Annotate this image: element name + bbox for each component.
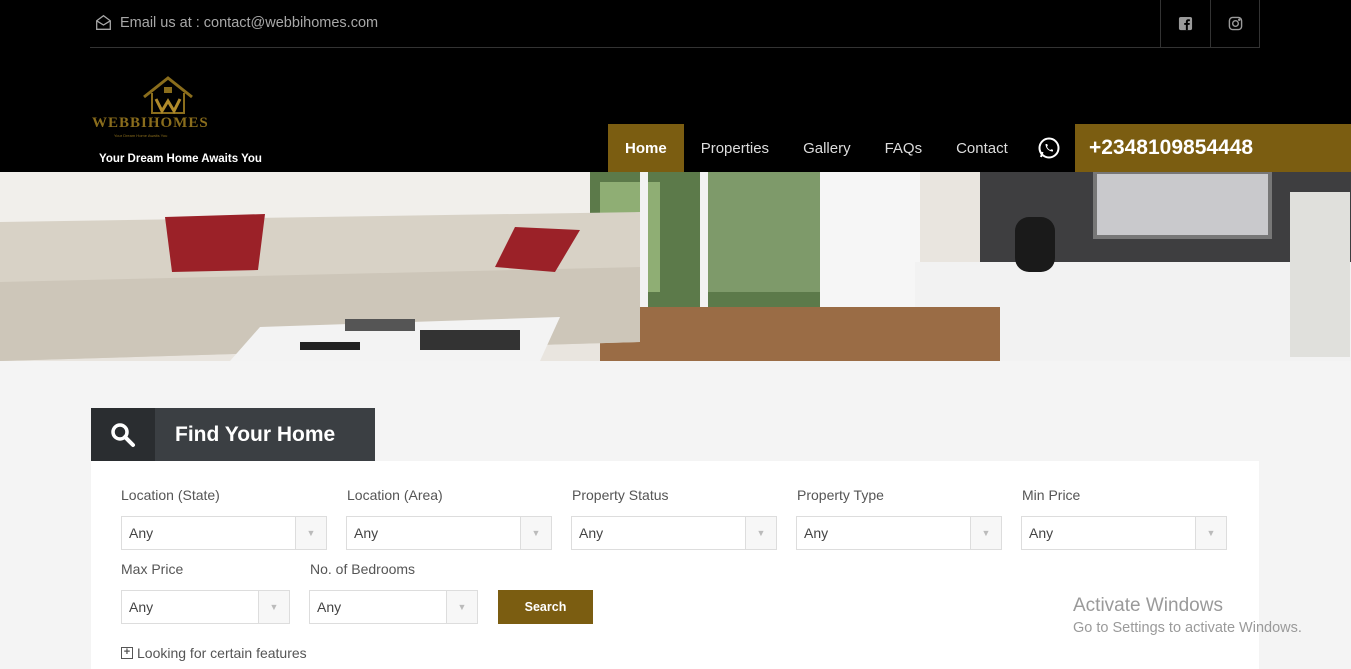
plus-square-icon: + (121, 647, 133, 659)
max-price-value: Any (129, 599, 154, 615)
search-tab-icon-box (91, 408, 155, 461)
nav-home[interactable]: Home (608, 124, 684, 172)
find-home-tab: Find Your Home (91, 408, 375, 461)
main-nav: Home Properties Gallery FAQs Contact (608, 124, 1025, 172)
envelope-icon (96, 14, 111, 30)
location-state-label: Location (State) (121, 487, 220, 503)
search-icon (111, 422, 135, 447)
find-home-title: Find Your Home (155, 408, 375, 461)
bedrooms-select[interactable]: Any ▼ (309, 590, 478, 624)
max-price-select[interactable]: Any ▼ (121, 590, 290, 624)
watermark-line-2: Go to Settings to activate Windows. (1073, 620, 1302, 636)
min-price-label: Min Price (1022, 487, 1081, 503)
instagram-icon (1228, 16, 1242, 31)
chevron-down-icon: ▼ (970, 517, 1001, 549)
chevron-down-icon: ▼ (520, 517, 551, 549)
bedrooms-value: Any (317, 599, 342, 615)
social-links (1160, 0, 1260, 47)
house-logo-icon (143, 76, 193, 115)
nav-properties[interactable]: Properties (684, 124, 786, 172)
activate-windows-watermark: Activate Windows Go to Settings to activ… (1073, 595, 1302, 636)
email-text: Email us at : contact@webbihomes.com (120, 14, 379, 31)
chevron-down-icon: ▼ (446, 591, 477, 623)
chevron-down-icon: ▼ (745, 517, 776, 549)
site-header: Email us at : contact@webbihomes.com WEB… (0, 0, 1351, 172)
location-area-value: Any (354, 525, 379, 541)
property-type-select[interactable]: Any ▼ (796, 516, 1002, 550)
logo-wordmark: WEBBIHOMES (92, 115, 209, 131)
hero-banner (0, 172, 1351, 361)
whatsapp-icon[interactable] (1037, 136, 1061, 160)
location-state-select[interactable]: Any ▼ (121, 516, 327, 550)
location-state-value: Any (129, 525, 154, 541)
min-price-select[interactable]: Any ▼ (1021, 516, 1227, 550)
location-area-select[interactable]: Any ▼ (346, 516, 552, 550)
property-type-value: Any (804, 525, 829, 541)
facebook-link[interactable] (1160, 0, 1210, 47)
property-status-value: Any (579, 525, 604, 541)
tagline: Your Dream Home Awaits You (99, 153, 262, 165)
chevron-down-icon: ▼ (1195, 517, 1226, 549)
search-button[interactable]: Search (498, 590, 593, 624)
location-area-label: Location (Area) (347, 487, 443, 503)
property-status-label: Property Status (572, 487, 669, 503)
features-toggle[interactable]: + Looking for certain features (121, 645, 307, 661)
property-type-label: Property Type (797, 487, 884, 503)
bedrooms-label: No. of Bedrooms (310, 561, 416, 577)
max-price-label: Max Price (121, 561, 184, 577)
email-contact[interactable]: Email us at : contact@webbihomes.com (95, 14, 378, 31)
min-price-value: Any (1029, 525, 1054, 541)
nav-faqs[interactable]: FAQs (868, 124, 940, 172)
chevron-down-icon: ▼ (258, 591, 289, 623)
watermark-line-1: Activate Windows (1073, 595, 1223, 616)
top-bar: Email us at : contact@webbihomes.com (90, 0, 1260, 48)
facebook-icon (1178, 16, 1193, 31)
logo-small-text: Your Dream Home Awaits You (114, 133, 168, 138)
nav-gallery[interactable]: Gallery (786, 124, 868, 172)
search-panel (91, 461, 1259, 669)
property-status-select[interactable]: Any ▼ (571, 516, 777, 550)
features-toggle-label: Looking for certain features (137, 645, 307, 661)
nav-contact[interactable]: Contact (939, 124, 1025, 172)
chevron-down-icon: ▼ (295, 517, 326, 549)
phone-number[interactable]: +2348109854448 (1075, 124, 1351, 172)
site-logo[interactable]: WEBBIHOMES Your Dream Home Awaits You (92, 75, 252, 139)
hero-living-room-image (0, 172, 1351, 361)
instagram-link[interactable] (1210, 0, 1260, 47)
